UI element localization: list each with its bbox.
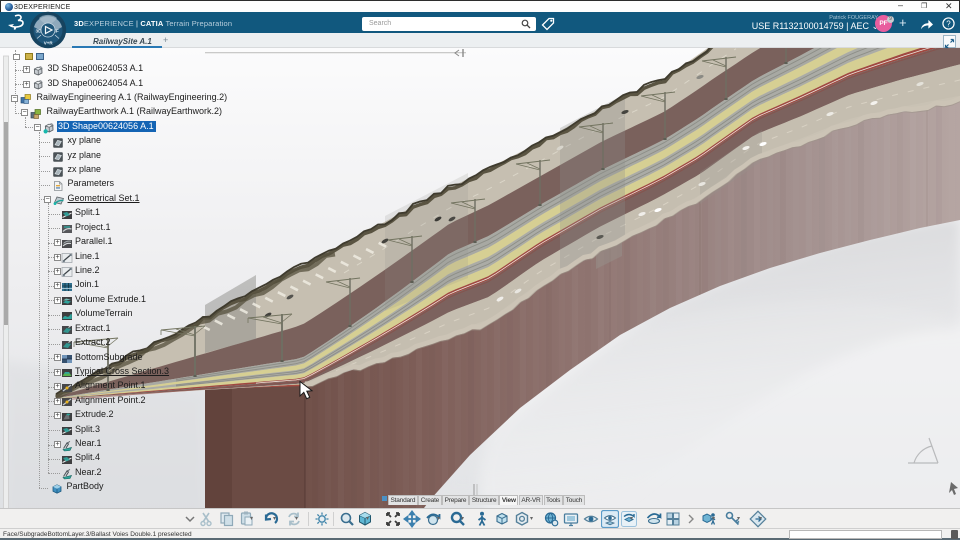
- svg-text:V+R: V+R: [44, 41, 54, 46]
- svg-text:?: ?: [946, 19, 951, 28]
- svg-text:3D: 3D: [36, 29, 43, 35]
- svg-text:iF: iF: [55, 29, 59, 35]
